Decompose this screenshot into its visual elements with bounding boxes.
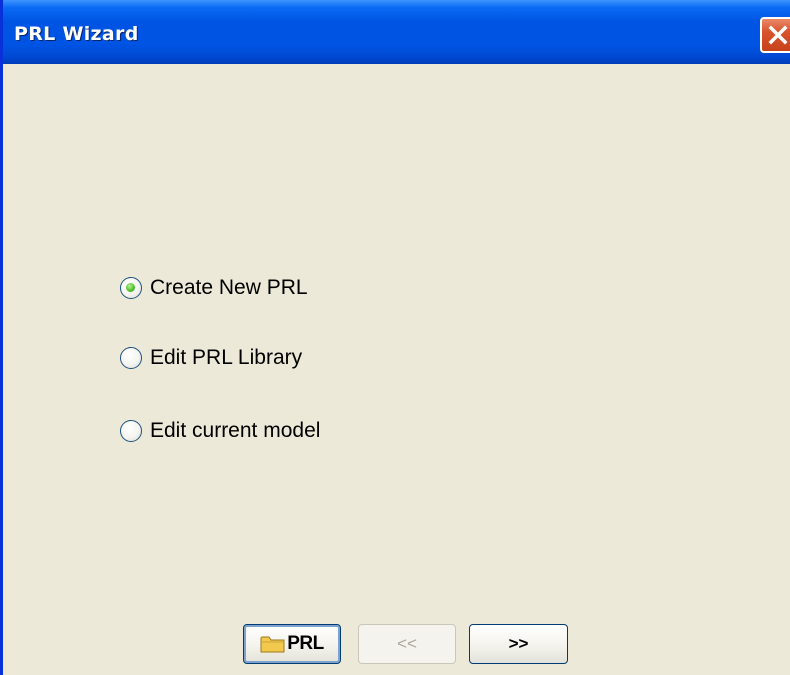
option-edit-prl-library[interactable]: Edit PRL Library	[120, 346, 302, 370]
wizard-window: PRL Wizard Create New PRL Edit PRL Libra…	[0, 0, 790, 675]
close-button[interactable]	[760, 17, 790, 53]
prl-button-label: PRL	[287, 633, 324, 654]
close-x-icon	[768, 25, 788, 45]
option-create-new-prl[interactable]: Create New PRL	[120, 276, 308, 300]
folder-icon	[260, 636, 285, 653]
next-button[interactable]: >>	[469, 624, 568, 664]
title-bar[interactable]: PRL Wizard	[3, 0, 790, 64]
radio-button-selected[interactable]	[120, 277, 142, 299]
previous-button[interactable]: <<	[358, 624, 456, 664]
option-edit-current-model[interactable]: Edit current model	[120, 419, 320, 443]
radio-button[interactable]	[120, 420, 142, 442]
option-label: Edit current model	[150, 419, 321, 442]
option-label: Edit PRL Library	[150, 346, 303, 369]
option-label: Create New PRL	[150, 276, 308, 299]
prl-button[interactable]: PRL	[243, 624, 341, 664]
window-title: PRL Wizard	[14, 23, 139, 45]
radio-button[interactable]	[120, 347, 142, 369]
previous-button-label: <<	[397, 634, 417, 653]
next-button-label: >>	[508, 634, 529, 653]
